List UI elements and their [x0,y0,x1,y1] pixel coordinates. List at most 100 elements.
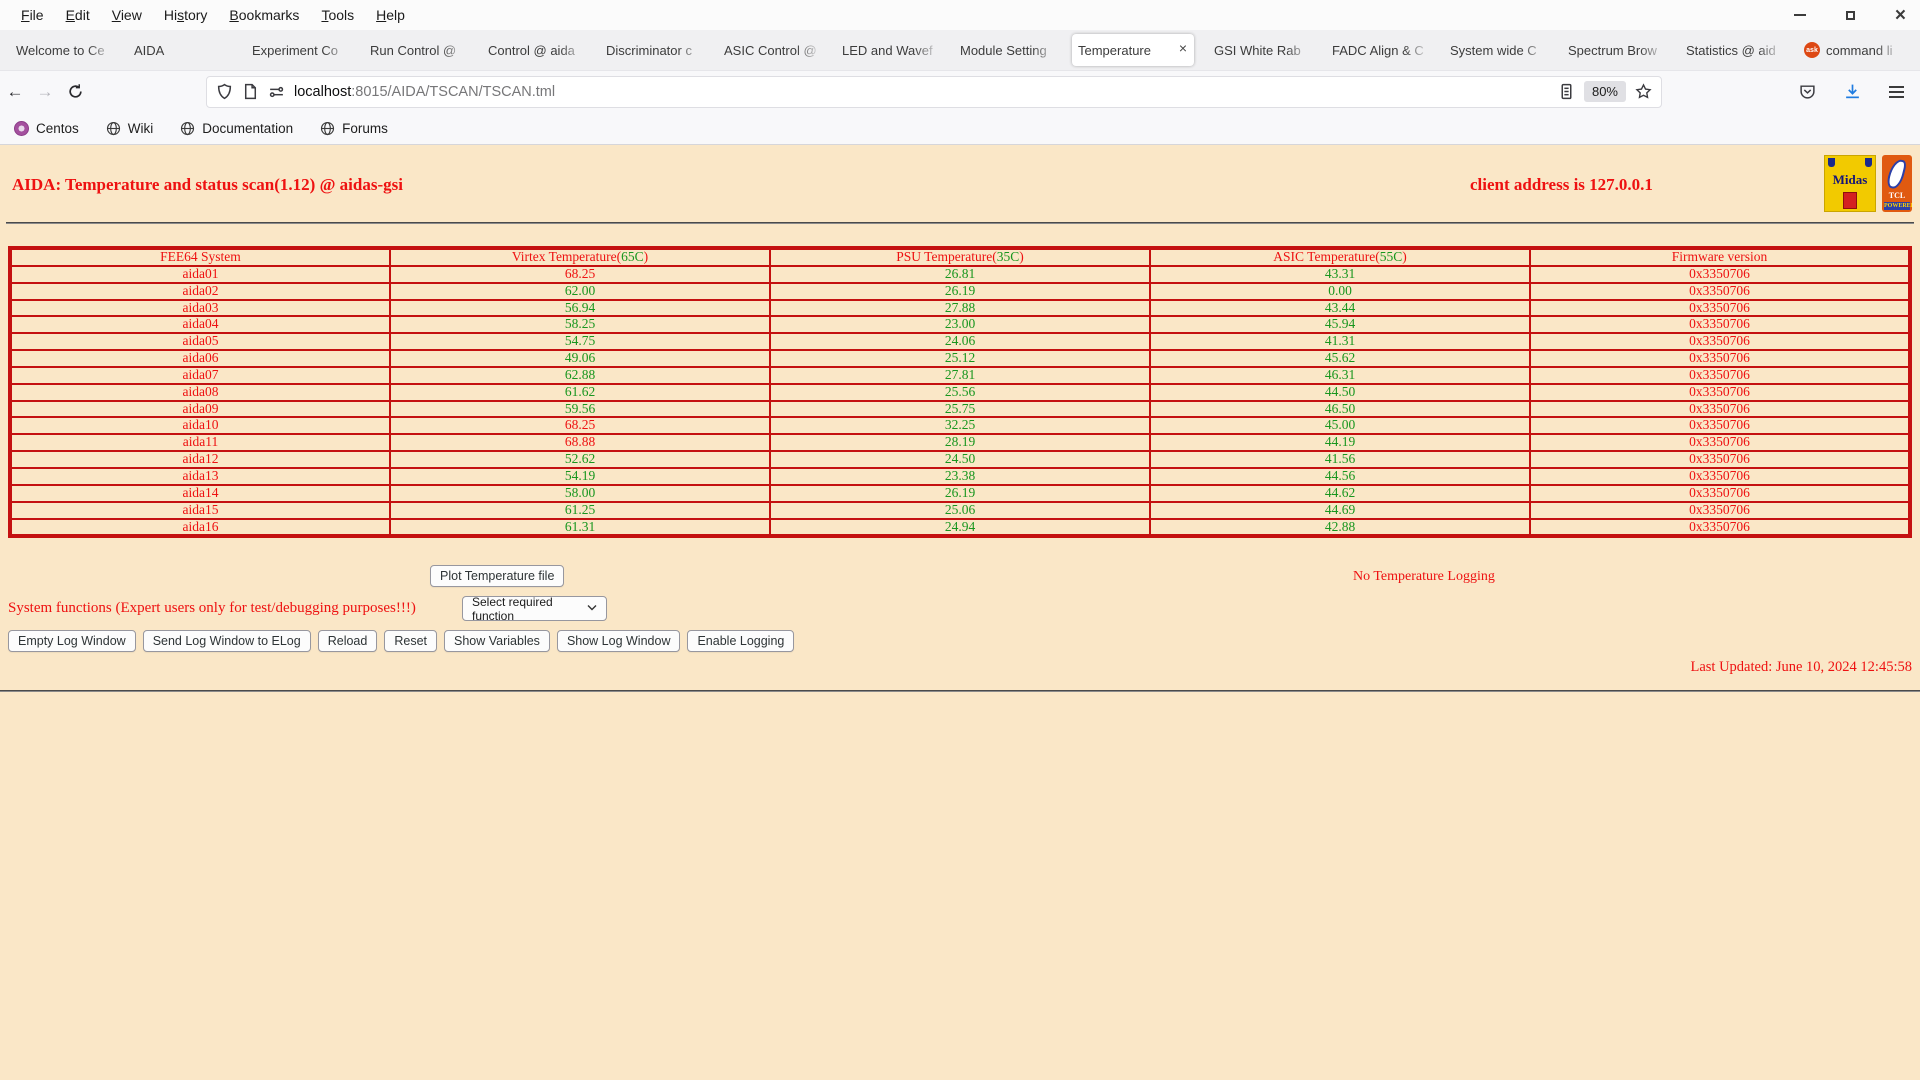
bookmark-centos[interactable]: Centos [14,120,79,136]
menu-view[interactable]: View [101,7,153,23]
menu-history[interactable]: History [153,7,219,23]
window-controls: × [1793,0,1906,30]
reload-icon[interactable] [60,83,90,100]
cell-virtex-temperature: 54.75 [389,332,771,352]
minimize-icon[interactable] [1793,14,1806,16]
url-bar[interactable]: localhost:8015/AIDA/TSCAN/TSCAN.tml 80% [206,75,1662,108]
cell-psu-temperature: 24.50 [769,450,1151,469]
table-row-aida03: aida03 56.94 27.88 43.44 0x3350706 [9,298,1911,318]
menu-bar: File Edit View History Bookmarks Tools Help × [0,0,1920,30]
tab-system-wide-c[interactable]: System wide C [1444,34,1548,66]
cell-virtex-temperature: 58.00 [389,483,771,503]
system-function-select[interactable]: Select required function [462,595,607,623]
table-row-aida05: aida05 54.75 24.06 41.31 0x3350706 [9,332,1911,352]
back-icon[interactable]: ← [0,82,30,102]
tab-command-li[interactable]: ask command li [1798,34,1902,66]
menu-file[interactable]: File [10,7,55,23]
reader-mode-icon[interactable] [1558,83,1575,100]
maximize-icon[interactable] [1845,10,1855,20]
bookmarks-bar: Centos Wiki Documentation Forums [0,112,1920,145]
show-log-window-button[interactable]: Show Log Window [556,630,681,652]
bookmark-forums[interactable]: Forums [320,121,388,136]
enable-logging-button[interactable]: Enable Logging [687,630,795,652]
show-variables-button[interactable]: Show Variables [444,630,550,652]
cell-virtex-temperature: 68.25 [389,416,771,436]
menu-hamburger-icon[interactable] [1889,85,1904,98]
url-text[interactable]: localhost:8015/AIDA/TSCAN/TSCAN.tml [294,84,555,100]
cell-firmware-version: 0x3350706 [1529,517,1911,538]
tab-spectrum-brow[interactable]: Spectrum Brow [1562,34,1666,66]
reload-button[interactable]: Reload [317,630,378,652]
bookmark-wiki[interactable]: Wiki [106,121,153,136]
temperature-table: FEE64 System Virtex Temperature(65C) PSU T… [8,246,1912,539]
table-row-aida01: aida01 68.25 26.81 43.31 0x3350706 [9,264,1911,284]
reset-button[interactable]: Reset [384,630,437,652]
pocket-icon[interactable] [1799,83,1816,100]
tab-close-icon[interactable]: × [1179,41,1187,55]
tab-temperature[interactable]: Temperature × [1072,34,1194,66]
menu-bar-items: File Edit View History Bookmarks Tools Help [10,7,416,23]
cell-virtex-temperature: 56.94 [389,298,771,318]
tab-discriminator-c[interactable]: Discriminator c [600,34,704,66]
close-icon[interactable]: × [1895,6,1906,25]
table-row-aida15: aida15 61.25 25.06 44.69 0x3350706 [9,500,1911,520]
send-log-window-to-elog-button[interactable]: Send Log Window to ELog [142,630,311,652]
temperature-logging-status: No Temperature Logging [1353,569,1495,584]
bookmark-documentation[interactable]: Documentation [180,121,293,136]
midas-logo[interactable]: Midas [1824,155,1876,212]
client-address-text: client address is 127.0.0.1 [1470,175,1653,194]
tab-control-aida[interactable]: Control @ aida [482,34,586,66]
cell-virtex-temperature: 62.88 [389,365,771,385]
menu-help[interactable]: Help [365,7,416,23]
tcl-powered-logo[interactable]: TCL POWERED [1882,155,1912,212]
forward-icon[interactable]: → [30,82,60,102]
menu-tools[interactable]: Tools [310,7,365,23]
shield-icon[interactable] [216,83,233,100]
tab-run-control[interactable]: Run Control @ [364,34,468,66]
table-row-aida09: aida09 59.56 25.75 46.50 0x3350706 [9,399,1911,419]
url-host: localhost [294,83,352,100]
midas-badge-icon [1843,192,1857,209]
tab-experiment-co[interactable]: Experiment Co [246,34,350,66]
column-header-psu-temperature: PSU Temperature(35C) [769,247,1151,267]
table-row-aida10: aida10 68.25 32.25 45.00 0x3350706 [9,416,1911,436]
cell-fee64-name: aida14 [9,483,391,503]
tab-label-fade [1758,34,1784,66]
tab-label-fade [1404,34,1430,66]
tab-fadc-align-c[interactable]: FADC Align & C [1326,34,1430,66]
tab-label-fade [88,34,114,66]
tab-gsi-white-rab[interactable]: GSI White Rab [1208,34,1312,66]
navigation-toolbar: ← → localhost:8015/AIDA/TSCAN/TSCAN.tml … [0,70,1920,112]
table-row-aida06: aida06 49.06 25.12 45.62 0x3350706 [9,349,1911,368]
tab-aida[interactable]: AIDA [128,34,232,66]
cell-asic-temperature: 45.00 [1149,416,1531,436]
cell-fee64-name: aida03 [9,298,391,318]
tab-module-setting[interactable]: Module Setting [954,34,1058,66]
cell-fee64-name: aida06 [9,349,391,368]
permissions-icon[interactable] [268,83,285,100]
tab-statistics-aid[interactable]: Statistics @ aid [1680,34,1784,66]
cell-fee64-name: aida05 [9,332,391,352]
menu-edit[interactable]: Edit [55,7,101,23]
bookmark-label: Documentation [202,120,294,136]
bookmark-label: Centos [36,120,79,136]
horizontal-rule-top [6,222,1914,224]
page-info-icon[interactable] [242,83,259,100]
tab-led-and-wavef[interactable]: LED and Wavef [836,34,940,66]
tab-asic-control[interactable]: ASIC Control @ [718,34,822,66]
cell-asic-temperature: 45.62 [1149,349,1531,368]
plot-temperature-file-button[interactable]: Plot Temperature file [430,565,565,587]
chevron-down-icon [587,603,597,614]
page-title: AIDA: Temperature and status scan(1.12) … [12,175,403,194]
cell-asic-temperature: 42.88 [1149,517,1531,538]
tab-label-fade [1032,34,1058,66]
menu-bookmarks[interactable]: Bookmarks [218,7,310,23]
empty-log-window-button[interactable]: Empty Log Window [8,630,136,652]
tab-welcome-to-ce[interactable]: Welcome to Ce [10,34,114,66]
cell-asic-temperature: 46.50 [1149,399,1531,419]
downloads-icon[interactable] [1844,83,1861,100]
bookmark-star-icon[interactable] [1635,83,1652,100]
zoom-level-indicator[interactable]: 80% [1583,81,1626,102]
cell-firmware-version: 0x3350706 [1529,365,1911,385]
tab-label-fade [206,34,232,66]
